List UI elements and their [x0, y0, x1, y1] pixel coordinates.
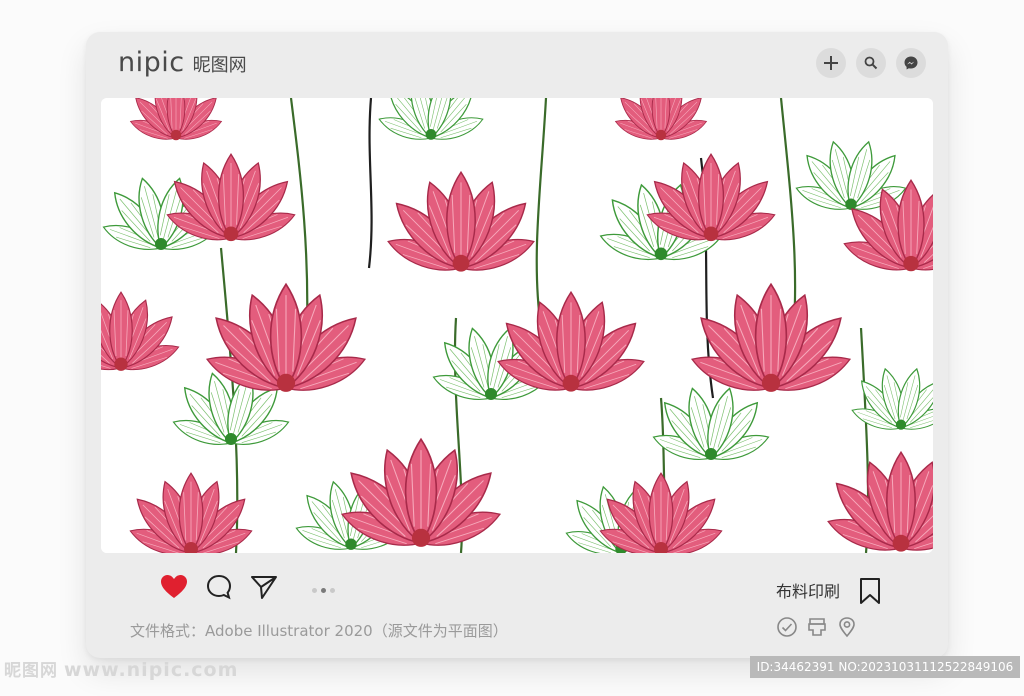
- messenger-button[interactable]: [896, 48, 926, 78]
- search-icon: [864, 56, 878, 70]
- watermark-url: www.nipic.com: [64, 659, 239, 681]
- check-circle-icon[interactable]: [776, 616, 798, 638]
- bookmark-icon[interactable]: [859, 577, 881, 605]
- plus-icon: [824, 56, 838, 70]
- search-button[interactable]: [856, 48, 886, 78]
- post-actions: [160, 574, 278, 600]
- comment-icon[interactable]: [206, 574, 232, 600]
- carousel-dots: [312, 588, 335, 593]
- print-type-label: 布料印刷: [776, 582, 841, 601]
- lotus-pattern-image[interactable]: [101, 98, 933, 553]
- heart-icon[interactable]: [160, 574, 188, 600]
- messenger-icon: [904, 56, 918, 70]
- brand-name-cn: 昵图网: [192, 55, 247, 76]
- carousel-dot[interactable]: [330, 588, 335, 593]
- brand-logo[interactable]: nipic 昵图网: [118, 47, 247, 87]
- post-card: nipic 昵图网 布料印刷 文件格式：Adobe Illustrator 20…: [86, 32, 948, 658]
- add-button[interactable]: [816, 48, 846, 78]
- carousel-dot-active[interactable]: [321, 588, 326, 593]
- watermark: 昵图网 www.nipic.com: [4, 656, 238, 681]
- brand-name: nipic: [118, 47, 185, 78]
- page: nipic 昵图网 布料印刷 文件格式：Adobe Illustrator 20…: [0, 0, 1024, 696]
- send-icon[interactable]: [250, 574, 278, 600]
- file-format-text: 文件格式：Adobe Illustrator 2020（源文件为平面图）: [130, 622, 508, 640]
- location-pin-icon[interactable]: [836, 616, 858, 638]
- image-id-bar: ID:34462391 NO:20231031112522849106: [750, 656, 1020, 678]
- lotus-pattern-svg: [101, 98, 933, 553]
- top-actions: [816, 48, 926, 78]
- printer-icon[interactable]: [806, 616, 828, 638]
- watermark-brand: 昵图网: [4, 661, 58, 681]
- carousel-dot[interactable]: [312, 588, 317, 593]
- meta-icons: [776, 616, 858, 638]
